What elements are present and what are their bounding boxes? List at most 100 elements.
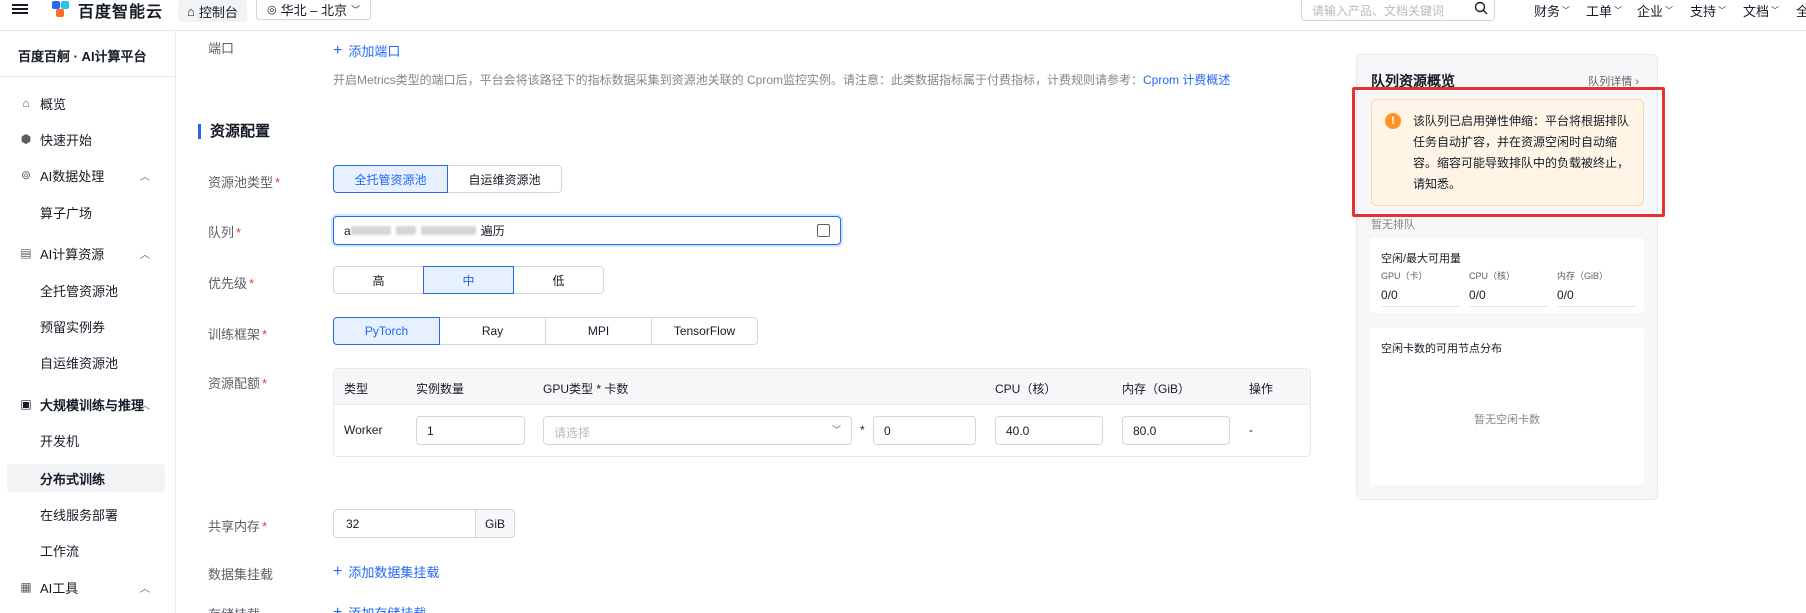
pool-type-self-managed[interactable]: 自运维资源池 <box>447 165 562 193</box>
sidebar-title: 百度百舸 · AI计算平台 <box>18 49 147 64</box>
priority-medium[interactable]: 中 <box>423 266 514 294</box>
instance-count-input[interactable]: 1 <box>416 416 525 445</box>
metrics-hint-text: 开启Metrics类型的端口后，平台会将该路径下的指标数据采集到资源池关联的 C… <box>333 73 1144 87</box>
memory-input[interactable]: 80.0 <box>1122 416 1230 445</box>
gpu-count-input[interactable]: 0 <box>873 416 976 445</box>
queue-input[interactable]: a 遍历 <box>333 216 841 245</box>
sidebar-item-operators[interactable]: 算子广场 <box>0 199 176 225</box>
quota-label: 资源配额 * <box>208 376 268 391</box>
framework-tensorflow[interactable]: TensorFlow <box>651 317 758 345</box>
sidebar-item-online-service[interactable]: 在线服务部署 <box>0 501 176 527</box>
redacted-text <box>395 226 416 235</box>
queue-label: 队列 * <box>208 225 242 240</box>
column-header: 操作 <box>1249 382 1274 396</box>
shm-label: 共享内存 * <box>208 519 268 534</box>
sidebar-item-label: 概览 <box>40 96 67 112</box>
add-storage-mount-button[interactable]: + 添加存储挂载 <box>333 603 426 613</box>
node-distribution-card: 空闲卡数的可用节点分布 暂无空闲卡数 <box>1370 328 1644 485</box>
sidebar-item-label: AI计算资源 <box>40 246 105 262</box>
menu-ticket[interactable]: 工单 ﹀ <box>1586 0 1622 20</box>
main-form: 端口 + 添加端口 开启Metrics类型的端口后，平台会将该路径下的指标数据采… <box>177 31 1327 613</box>
logo[interactable]: 百度智能云 <box>52 0 163 21</box>
terminal-icon: ▣ <box>20 397 32 411</box>
metrics-hint: 开启Metrics类型的端口后，平台会将该路径下的指标数据采集到资源池关联的 C… <box>333 71 1230 88</box>
shm-label-text: 共享内存 <box>208 519 261 534</box>
pool-type-managed[interactable]: 全托管资源池 <box>333 165 448 193</box>
sidebar-item-managed-pool[interactable]: 全托管资源池 <box>0 277 176 303</box>
search-icon[interactable] <box>1474 1 1488 18</box>
add-port-button[interactable]: + 添加端口 <box>333 41 400 60</box>
gpu-type-select[interactable]: 请选择 ﹀ <box>543 416 852 445</box>
highlight-box <box>1352 87 1665 217</box>
pool-type-selector: 全托管资源池 自运维资源池 <box>333 165 562 193</box>
queue-value-suffix: 遍历 <box>480 224 505 238</box>
sidebar-item-self-managed-pool[interactable]: 自运维资源池 <box>0 349 176 375</box>
sidebar-group-ai-tools[interactable]: ▦ AI工具 ︿ <box>0 574 176 600</box>
menu-docs-label: 文档 <box>1743 3 1770 19</box>
shared-memory-input[interactable]: 32 <box>333 509 476 538</box>
menu-enterprise[interactable]: 企业 ﹀ <box>1637 0 1673 20</box>
stat-key: CPU（核） <box>1469 271 1516 281</box>
sidebar-item-distributed-training[interactable]: 分布式训练 <box>7 464 165 492</box>
stat-key: GPU（卡） <box>1381 271 1428 281</box>
framework-pytorch[interactable]: PyTorch <box>333 317 440 345</box>
console-button[interactable]: ⌂ 控制台 <box>178 0 247 22</box>
sidebar-group-compute[interactable]: ▤ AI计算资源 ︿ <box>0 240 176 266</box>
priority-high[interactable]: 高 <box>333 266 424 294</box>
pool-type-label-text: 资源池类型 <box>208 175 274 190</box>
sidebar-item-devmachine[interactable]: 开发机 <box>0 427 176 453</box>
add-dataset-mount-button[interactable]: + 添加数据集挂载 <box>333 562 439 581</box>
menu-finance[interactable]: 财务 ﹀ <box>1534 0 1570 20</box>
cprom-billing-link[interactable]: Cprom 计费概述 <box>1143 73 1230 87</box>
chevron-up-icon: ︿ <box>140 249 150 261</box>
sidebar-item-label: 工作流 <box>40 543 80 559</box>
framework-selector: PyTorch Ray MPI TensorFlow <box>333 317 758 345</box>
add-storage-mount-label: 添加存储挂载 <box>348 603 426 613</box>
search-placeholder: 请输入产品、文档关键词 <box>1312 4 1445 18</box>
console-label: 控制台 <box>198 4 238 20</box>
menu-docs[interactable]: 文档 ﹀ <box>1743 0 1779 20</box>
stat-gpu: GPU（卡） 0/0 <box>1381 269 1461 307</box>
sidebar-item-label: 预留实例券 <box>40 319 106 335</box>
queue-value-prefix: a <box>344 223 351 238</box>
menu-icon[interactable] <box>12 2 28 18</box>
plus-icon: + <box>333 562 343 580</box>
chevron-down-icon: ﹀ <box>1665 5 1674 15</box>
menu-more[interactable]: 全 <box>1796 0 1806 20</box>
sidebar-item-label: 大规模训练与推理 <box>40 397 145 413</box>
sidebar-item-label: AI工具 <box>40 580 79 596</box>
plus-icon: + <box>333 41 343 59</box>
menu-support[interactable]: 支持 ﹀ <box>1690 0 1726 20</box>
sidebar-item-label: 快速开始 <box>40 132 93 148</box>
sidebar-group-training[interactable]: ▣ 大规模训练与推理 ︿ <box>0 391 176 417</box>
sidebar-item-reserved[interactable]: 预留实例券 <box>0 313 176 339</box>
sidebar-item-label: 分布式训练 <box>40 471 106 487</box>
table-header: 类型 实例数量 GPU类型 * 卡数 CPU（核） 内存（GiB） 操作 <box>334 369 1310 405</box>
location-icon: ◎ <box>267 3 277 16</box>
priority-low[interactable]: 低 <box>513 266 604 294</box>
add-dataset-mount-label: 添加数据集挂载 <box>348 565 440 580</box>
table-row: Worker 1 请选择 ﹀ * 0 40.0 80.0 - <box>334 405 1310 457</box>
capacity-card: 空闲/最大可用量 GPU（卡） 0/0 CPU（核） 0/0 内存（GiB） 0… <box>1370 238 1644 313</box>
data-icon: ⊚ <box>20 168 32 182</box>
sidebar-item-quickstart[interactable]: ⬢ 快速开始 <box>0 126 176 152</box>
search-input[interactable]: 请输入产品、文档关键词 <box>1301 0 1495 21</box>
top-bar: 百度智能云 ⌂ 控制台 ◎ 华北 – 北京 ﹀ 请输入产品、文档关键词 财务 ﹀ … <box>0 0 1806 31</box>
add-port-label: 添加端口 <box>348 44 401 59</box>
cpu-input[interactable]: 40.0 <box>995 416 1103 445</box>
sidebar-item-overview[interactable]: ⌂ 概览 <box>0 90 176 116</box>
framework-ray[interactable]: Ray <box>439 317 546 345</box>
framework-mpi[interactable]: MPI <box>545 317 652 345</box>
nodes-empty: 暂无空闲卡数 <box>1474 414 1540 426</box>
sidebar-item-label: 算子广场 <box>40 205 93 221</box>
quota-table: 类型 实例数量 GPU类型 * 卡数 CPU（核） 内存（GiB） 操作 Wor… <box>333 368 1311 457</box>
region-select[interactable]: ◎ 华北 – 北京 ﹀ <box>256 0 372 20</box>
home-icon: ⌂ <box>187 3 195 19</box>
edit-icon[interactable] <box>817 224 830 237</box>
sidebar-group-data-processing[interactable]: ⊚ AI数据处理 ︿ <box>0 162 176 188</box>
home-icon: ⌂ <box>22 96 30 110</box>
menu-more-label: 全 <box>1796 3 1806 19</box>
sidebar-item-workflow[interactable]: 工作流 <box>0 537 176 563</box>
gpu-type-placeholder: 请选择 <box>554 426 591 440</box>
chevron-up-icon: ︿ <box>140 400 150 412</box>
